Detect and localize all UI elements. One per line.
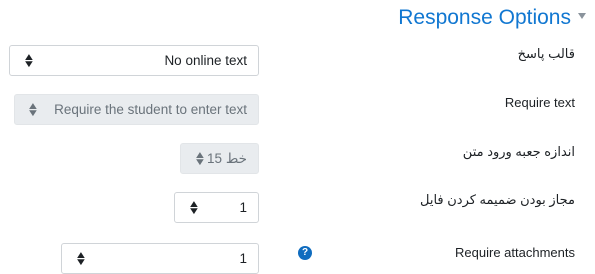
chevron-down-icon[interactable] xyxy=(578,13,586,19)
allow-attachments-value: 1 xyxy=(239,200,247,215)
sort-arrows-icon: ▲ ▼ xyxy=(74,250,88,268)
require-text-select: ▲ ▼ Require the student to enter text xyxy=(14,94,259,125)
response-format-value: No online text xyxy=(164,53,247,68)
sort-arrows-icon: ▲ ▼ xyxy=(193,150,207,168)
sort-arrows-icon: ▲ ▼ xyxy=(187,199,201,217)
section-title[interactable]: Response Options xyxy=(398,6,571,30)
sort-arrows-icon: ▲ ▼ xyxy=(22,52,36,70)
require-attachments-value: 1 xyxy=(239,251,247,266)
input-box-size-label: اندازه جعبه ورود متن xyxy=(462,144,575,159)
require-text-label: Require text xyxy=(504,95,575,110)
input-box-size-select: ▲ ▼ 15 خط xyxy=(180,143,259,174)
sort-arrows-icon: ▲ ▼ xyxy=(26,101,40,119)
require-attachments-select[interactable]: ▲ ▼ 1 xyxy=(61,243,259,274)
require-attachments-label: Require attachments xyxy=(455,245,575,260)
allow-attachments-select[interactable]: ▲ ▼ 1 xyxy=(174,192,259,223)
question-circle-icon[interactable]: ? xyxy=(298,246,312,260)
allow-attachments-label: مجاز بودن ضمیمه کردن فایل xyxy=(419,192,575,207)
response-format-select[interactable]: ▲ ▼ No online text xyxy=(9,45,259,76)
response-format-label: قالب پاسخ xyxy=(517,46,575,61)
require-text-value: Require the student to enter text xyxy=(54,102,247,117)
input-box-size-value: 15 خط xyxy=(207,151,247,166)
